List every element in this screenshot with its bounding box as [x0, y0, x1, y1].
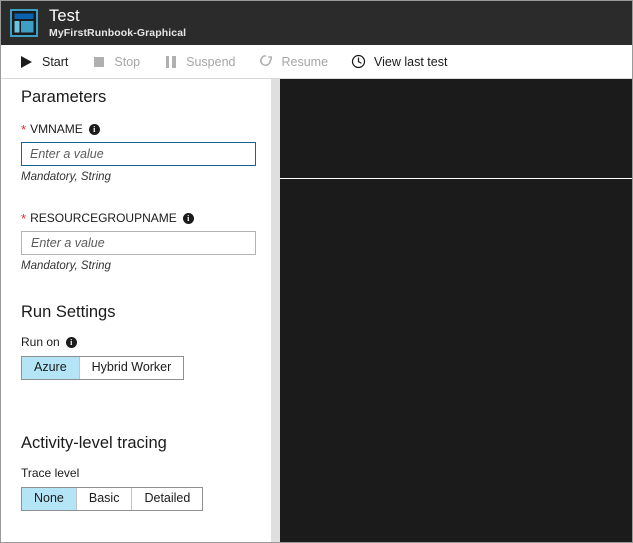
- suspend-button[interactable]: Suspend: [162, 45, 235, 78]
- trace-level-option-basic-label: Basic: [88, 491, 120, 505]
- clock-icon: [350, 54, 367, 69]
- trace-level-option-none[interactable]: None: [22, 488, 77, 510]
- vmname-hint: Mandatory, String: [21, 171, 111, 183]
- required-marker: *: [21, 121, 27, 137]
- resume-button-label: Resume: [281, 54, 329, 69]
- info-icon[interactable]: i: [88, 123, 100, 135]
- run-on-option-hybrid-worker[interactable]: Hybrid Worker: [79, 357, 184, 379]
- vmname-label: * VMNAME i: [21, 122, 251, 136]
- trace-level-option-none-label: None: [34, 491, 64, 505]
- test-settings-pane: Parameters * VMNAME i Mandatory, String …: [1, 79, 271, 542]
- start-button[interactable]: Start: [18, 45, 68, 78]
- trace-level-label-text: Trace level: [21, 466, 80, 480]
- trace-level-option-basic[interactable]: Basic: [76, 488, 133, 510]
- page-title: Test: [49, 7, 80, 25]
- run-on-label-text: Run on: [21, 335, 60, 349]
- parameters-heading: Parameters: [21, 88, 107, 106]
- info-icon[interactable]: i: [182, 212, 194, 224]
- parameters-section: Parameters * VMNAME i Mandatory, String …: [1, 88, 271, 272]
- pause-icon: [162, 54, 179, 69]
- run-on-label: Run on i: [21, 335, 251, 349]
- stop-button-label: Stop: [114, 54, 141, 69]
- run-on-option-azure-label: Azure: [34, 360, 67, 374]
- info-icon[interactable]: i: [65, 336, 77, 348]
- trace-level-option-detailed-label: Detailed: [144, 491, 191, 505]
- resourcegroupname-label-text: RESOURCEGROUPNAME: [30, 211, 177, 225]
- suspend-button-label: Suspend: [186, 54, 236, 69]
- activity-tracing-heading: Activity-level tracing: [21, 434, 167, 452]
- activity-tracing-section: Activity-level tracing Trace level None …: [1, 434, 271, 542]
- vmname-label-text: VMNAME: [30, 122, 83, 136]
- resourcegroupname-input[interactable]: [21, 231, 256, 255]
- runbook-test-window: Test MyFirstRunbook-Graphical Start Stop…: [0, 0, 633, 543]
- page-subtitle: MyFirstRunbook-Graphical: [49, 26, 187, 39]
- resourcegroupname-label: * RESOURCEGROUPNAME i: [21, 211, 251, 225]
- stop-button[interactable]: Stop: [90, 45, 140, 78]
- run-settings-section: Run Settings Run on i Azure Hybrid Worke…: [1, 303, 271, 380]
- run-on-toggle-group: Azure Hybrid Worker: [21, 356, 185, 380]
- stop-icon: [90, 54, 107, 69]
- run-on-option-azure[interactable]: Azure: [22, 357, 80, 379]
- resume-button[interactable]: Resume: [257, 45, 328, 78]
- refresh-icon: [257, 54, 274, 69]
- run-settings-heading: Run Settings: [21, 303, 116, 321]
- title-block: Test MyFirstRunbook-Graphical: [49, 8, 186, 38]
- trace-level-option-detailed[interactable]: Detailed: [132, 488, 203, 510]
- output-panel-divider: [280, 178, 632, 179]
- settings-pane-scrollbar[interactable]: [271, 79, 280, 542]
- view-last-test-label: View last test: [374, 54, 448, 69]
- test-output-panel[interactable]: [280, 79, 632, 542]
- required-marker: *: [21, 210, 27, 226]
- window-titlebar: Test MyFirstRunbook-Graphical: [1, 1, 632, 45]
- trace-level-label: Trace level: [21, 466, 251, 480]
- vmname-input[interactable]: [21, 142, 256, 166]
- start-button-label: Start: [42, 54, 69, 69]
- resourcegroupname-hint: Mandatory, String: [21, 260, 111, 272]
- trace-level-toggle-group: None Basic Detailed: [21, 487, 204, 511]
- view-last-test-button[interactable]: View last test: [350, 45, 447, 78]
- runbook-icon: [10, 9, 38, 37]
- play-icon: [18, 54, 35, 69]
- command-bar: Start Stop Suspend Resume View last test: [1, 45, 632, 79]
- run-on-option-hybrid-worker-label: Hybrid Worker: [91, 360, 172, 374]
